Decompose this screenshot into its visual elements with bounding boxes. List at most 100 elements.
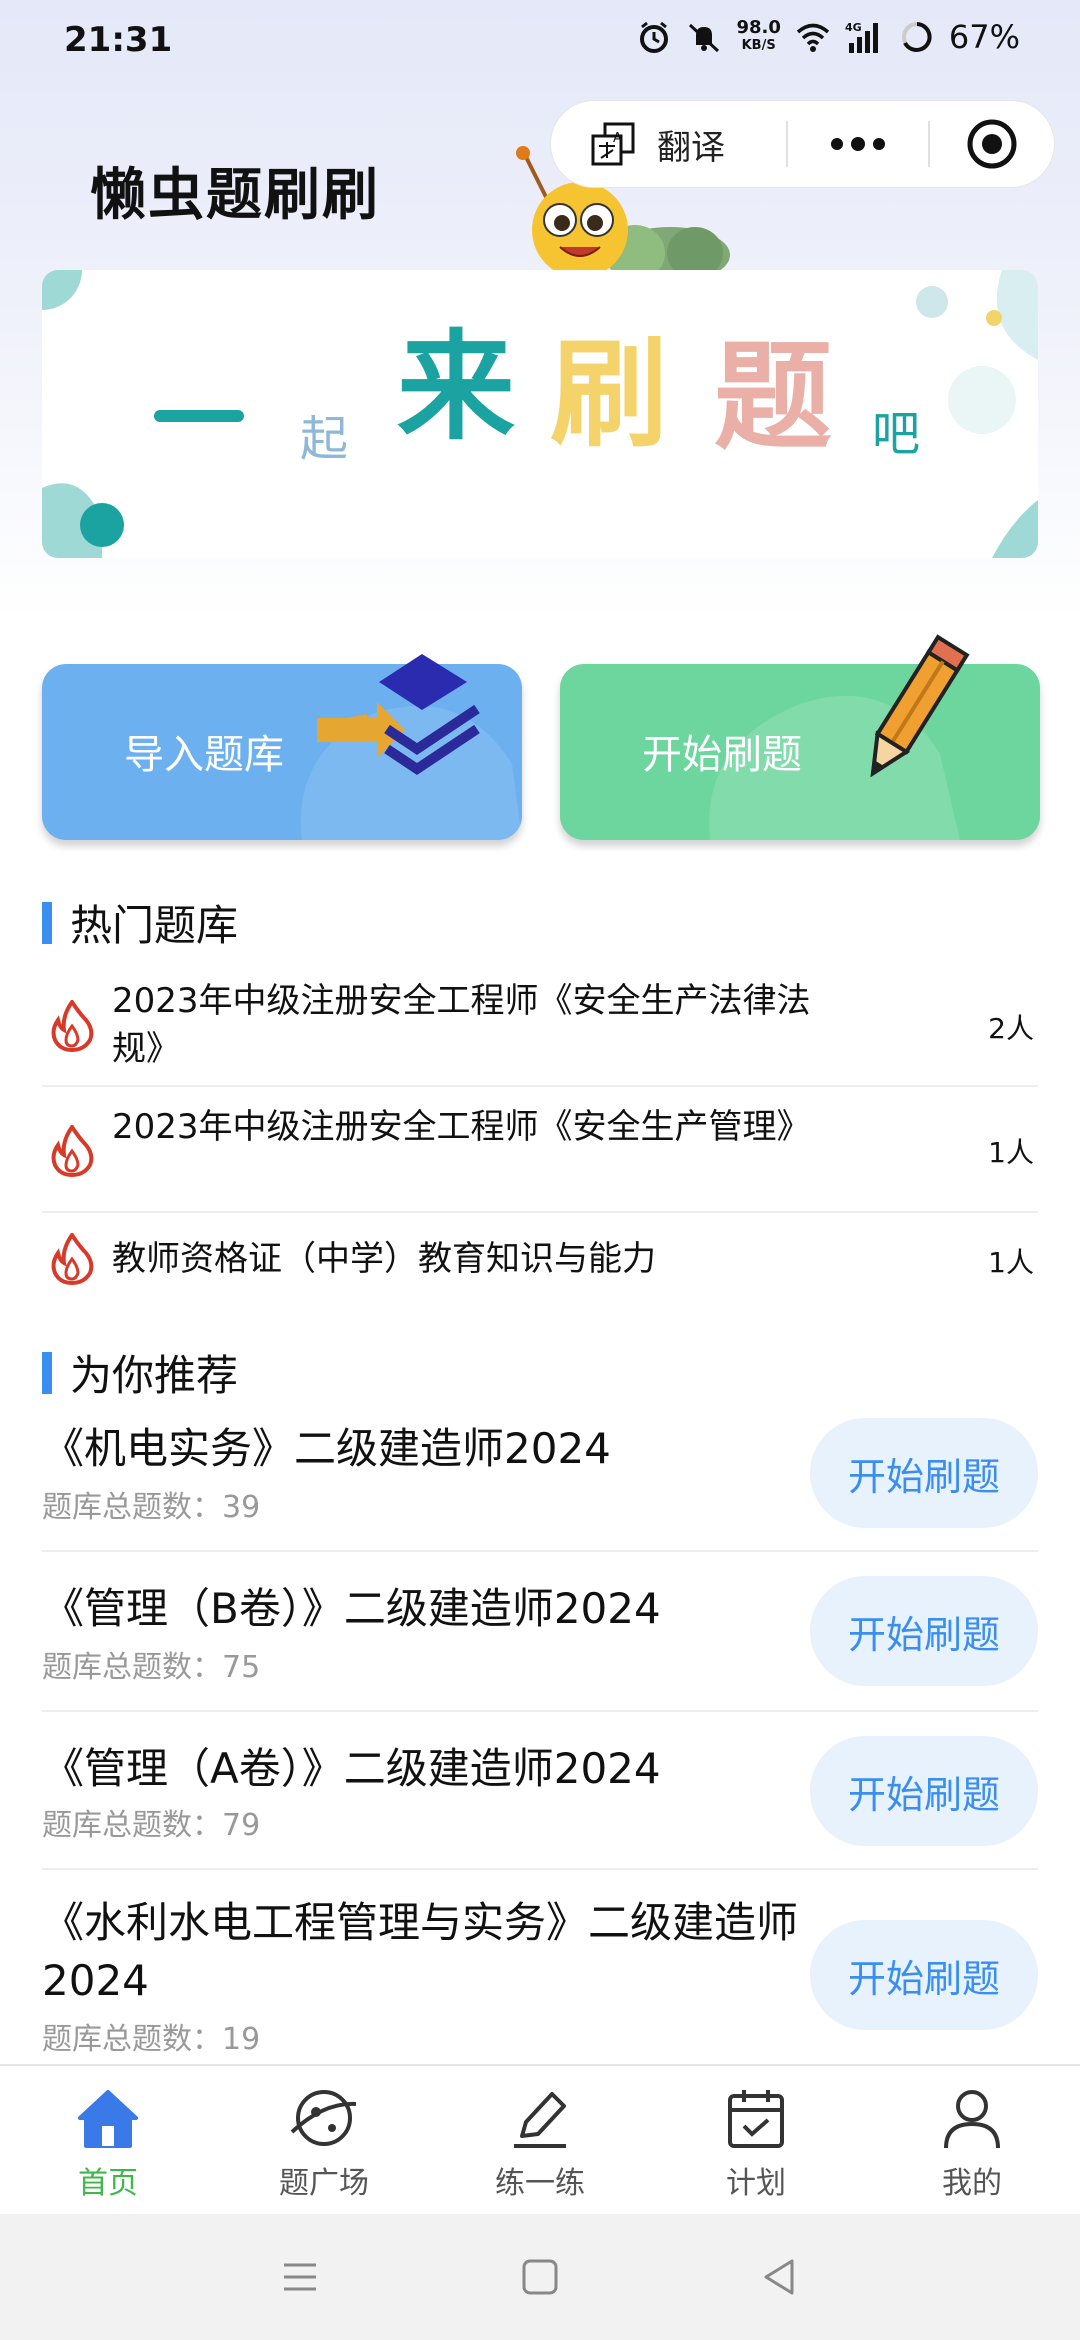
network-speed: 98.0 KB/S bbox=[736, 19, 780, 55]
system-navigation-bar bbox=[0, 2214, 1080, 2340]
back-triangle-icon[interactable] bbox=[756, 2253, 804, 2301]
recommend-total-value: 79 bbox=[222, 1808, 261, 1843]
start-practice-card[interactable]: 开始刷题 bbox=[560, 634, 1040, 840]
hot-bank-count: 2人 bbox=[988, 1012, 1034, 1045]
tab-square[interactable]: 题广场 bbox=[216, 2066, 432, 2214]
recommend-section-title: 为你推荐 bbox=[70, 1351, 239, 1400]
hot-bank-count: 1人 bbox=[988, 1246, 1034, 1279]
hot-section-header: 热门题库 bbox=[42, 892, 238, 953]
recommend-item-total: 题库总题数：39 bbox=[42, 1482, 260, 1526]
calendar-icon bbox=[728, 2090, 784, 2148]
tab-practice-label: 练一练 bbox=[495, 2166, 585, 2201]
tab-home-label: 首页 bbox=[78, 2166, 138, 2201]
banner-artwork: 起 来 刷 题 吧 bbox=[42, 270, 1038, 558]
recommend-item: 《机电实务》二级建造师2024 题库总题数：39 开始刷题 bbox=[42, 1410, 1038, 1552]
more-dot-icon bbox=[831, 138, 843, 150]
pencil-icon bbox=[870, 634, 970, 778]
recommend-item-total: 题库总题数：19 bbox=[42, 2014, 260, 2058]
more-button[interactable] bbox=[788, 101, 928, 187]
start-practice-button[interactable]: 开始刷题 bbox=[810, 1920, 1038, 2030]
battery-level: 67% bbox=[948, 18, 1020, 56]
target-icon bbox=[967, 119, 1017, 169]
tab-plan-label: 计划 bbox=[726, 2166, 786, 2201]
recommend-total-label: 题库总题数： bbox=[42, 2022, 222, 2057]
recommend-item-name: 《管理（A卷）》二级建造师2024 bbox=[42, 1744, 661, 1793]
promo-banner[interactable]: 起 来 刷 题 吧 bbox=[42, 270, 1038, 558]
status-time: 21:31 bbox=[64, 20, 173, 60]
tab-practice[interactable]: 练一练 bbox=[432, 2066, 648, 2214]
more-dot-icon bbox=[873, 138, 885, 150]
recommend-total-value: 19 bbox=[222, 2022, 261, 2057]
import-bank-card[interactable]: 导入题库 bbox=[42, 654, 522, 840]
hot-bank-item[interactable]: 2023年中级注册安全工程师《安全生产法律法规》 2人 bbox=[42, 965, 1038, 1087]
network-type-label: 4G bbox=[845, 21, 862, 34]
start-practice-button[interactable]: 开始刷题 bbox=[810, 1736, 1038, 1846]
recommend-total-label: 题库总题数： bbox=[42, 1490, 222, 1525]
signal-icon: 4G bbox=[845, 21, 878, 53]
hot-bank-item[interactable]: 教师资格证（中学）教育知识与能力 1人 bbox=[42, 1215, 1038, 1305]
battery-ring-icon bbox=[901, 22, 932, 52]
wifi-icon bbox=[796, 23, 830, 52]
bottom-tab-bar: 首页 题广场 练一练 计划 我的 bbox=[0, 2064, 1080, 2214]
svg-text:A: A bbox=[613, 131, 622, 146]
start-practice-button[interactable]: 开始刷题 bbox=[810, 1576, 1038, 1686]
tab-plan[interactable]: 计划 bbox=[648, 2066, 864, 2214]
fire-icon bbox=[51, 1000, 94, 1052]
banner-char: 起 bbox=[300, 411, 348, 467]
recommend-item-name: 《水利水电工程管理与实务》二级建造师2024 bbox=[42, 1898, 799, 2005]
recommend-item: 《管理（A卷）》二级建造师2024 题库总题数：79 开始刷题 bbox=[42, 1712, 1038, 1870]
recommend-item-total: 题库总题数：75 bbox=[42, 1642, 260, 1686]
recommend-item: 《管理（B卷）》二级建造师2024 题库总题数：75 开始刷题 bbox=[42, 1552, 1038, 1712]
recommend-section-header: 为你推荐 bbox=[42, 1342, 238, 1403]
recommend-item-total: 题库总题数：79 bbox=[42, 1800, 260, 1844]
layers-arrow-icon bbox=[317, 654, 480, 776]
import-bank-label: 导入题库 bbox=[124, 732, 284, 778]
banner-char: 吧 bbox=[872, 406, 920, 462]
banner-char: 来 bbox=[397, 318, 515, 456]
hot-bank-count: 1人 bbox=[988, 1136, 1034, 1169]
recommend-total-value: 75 bbox=[222, 1650, 261, 1685]
hot-section-title: 热门题库 bbox=[70, 901, 239, 950]
hot-bank-name: 教师资格证（中学）教育知识与能力 bbox=[112, 1239, 656, 1279]
recommend-total-value: 39 bbox=[222, 1490, 261, 1525]
recommend-item-name: 《管理（B卷）》二级建造师2024 bbox=[42, 1584, 661, 1633]
fire-icon bbox=[51, 1233, 94, 1285]
recommend-item: 《水利水电工程管理与实务》二级建造师2024 题库总题数：19 开始刷题 bbox=[42, 1872, 1038, 2064]
pen-icon bbox=[514, 2092, 566, 2148]
home-icon bbox=[78, 2090, 138, 2148]
hot-bank-name: 2023年中级注册安全工程师《安全生产法律法规》 bbox=[112, 981, 811, 1069]
tab-square-label: 题广场 bbox=[279, 2166, 369, 2201]
translate-label: 翻译 bbox=[657, 127, 725, 168]
banner-char: 刷 bbox=[550, 325, 668, 463]
fire-icon bbox=[51, 1125, 94, 1177]
tab-home[interactable]: 首页 bbox=[0, 2066, 216, 2214]
hot-bank-item[interactable]: 2023年中级注册安全工程师《安全生产管理》 1人 bbox=[42, 1089, 1038, 1213]
home-square-icon[interactable] bbox=[516, 2253, 564, 2301]
close-mini-program-button[interactable] bbox=[930, 101, 1054, 187]
network-speed-value: 98.0 bbox=[736, 17, 781, 38]
mini-program-capsule: A 翻译 bbox=[550, 100, 1055, 188]
more-dot-icon bbox=[851, 137, 865, 151]
tab-mine-label: 我的 bbox=[942, 2166, 1002, 2201]
status-icons: 98.0 KB/S 4G 67% bbox=[636, 18, 1020, 56]
recommend-item-name: 《机电实务》二级建造师2024 bbox=[42, 1424, 611, 1473]
hot-bank-name: 2023年中级注册安全工程师《安全生产管理》 bbox=[112, 1107, 811, 1147]
app-title: 懒虫题刷刷 bbox=[90, 163, 380, 228]
user-icon bbox=[944, 2090, 1000, 2149]
translate-icon: A bbox=[591, 122, 635, 166]
network-speed-unit: KB/S bbox=[741, 38, 776, 53]
banner-char: 题 bbox=[714, 328, 832, 466]
section-accent-bar bbox=[42, 1351, 52, 1394]
section-accent-bar bbox=[42, 901, 52, 944]
recommend-total-label: 题库总题数： bbox=[42, 1650, 222, 1685]
recommend-total-label: 题库总题数： bbox=[42, 1808, 222, 1843]
tab-mine[interactable]: 我的 bbox=[864, 2066, 1080, 2214]
alarm-icon bbox=[640, 21, 669, 53]
start-practice-label: 开始刷题 bbox=[642, 732, 802, 778]
start-practice-button[interactable]: 开始刷题 bbox=[810, 1418, 1038, 1528]
translate-button[interactable]: A 翻译 bbox=[551, 101, 786, 187]
menu-icon[interactable] bbox=[276, 2253, 324, 2301]
mute-icon bbox=[689, 23, 720, 53]
planet-icon bbox=[290, 2090, 357, 2146]
status-bar: 21:31 98.0 KB/S 4G 67% bbox=[0, 0, 1080, 80]
